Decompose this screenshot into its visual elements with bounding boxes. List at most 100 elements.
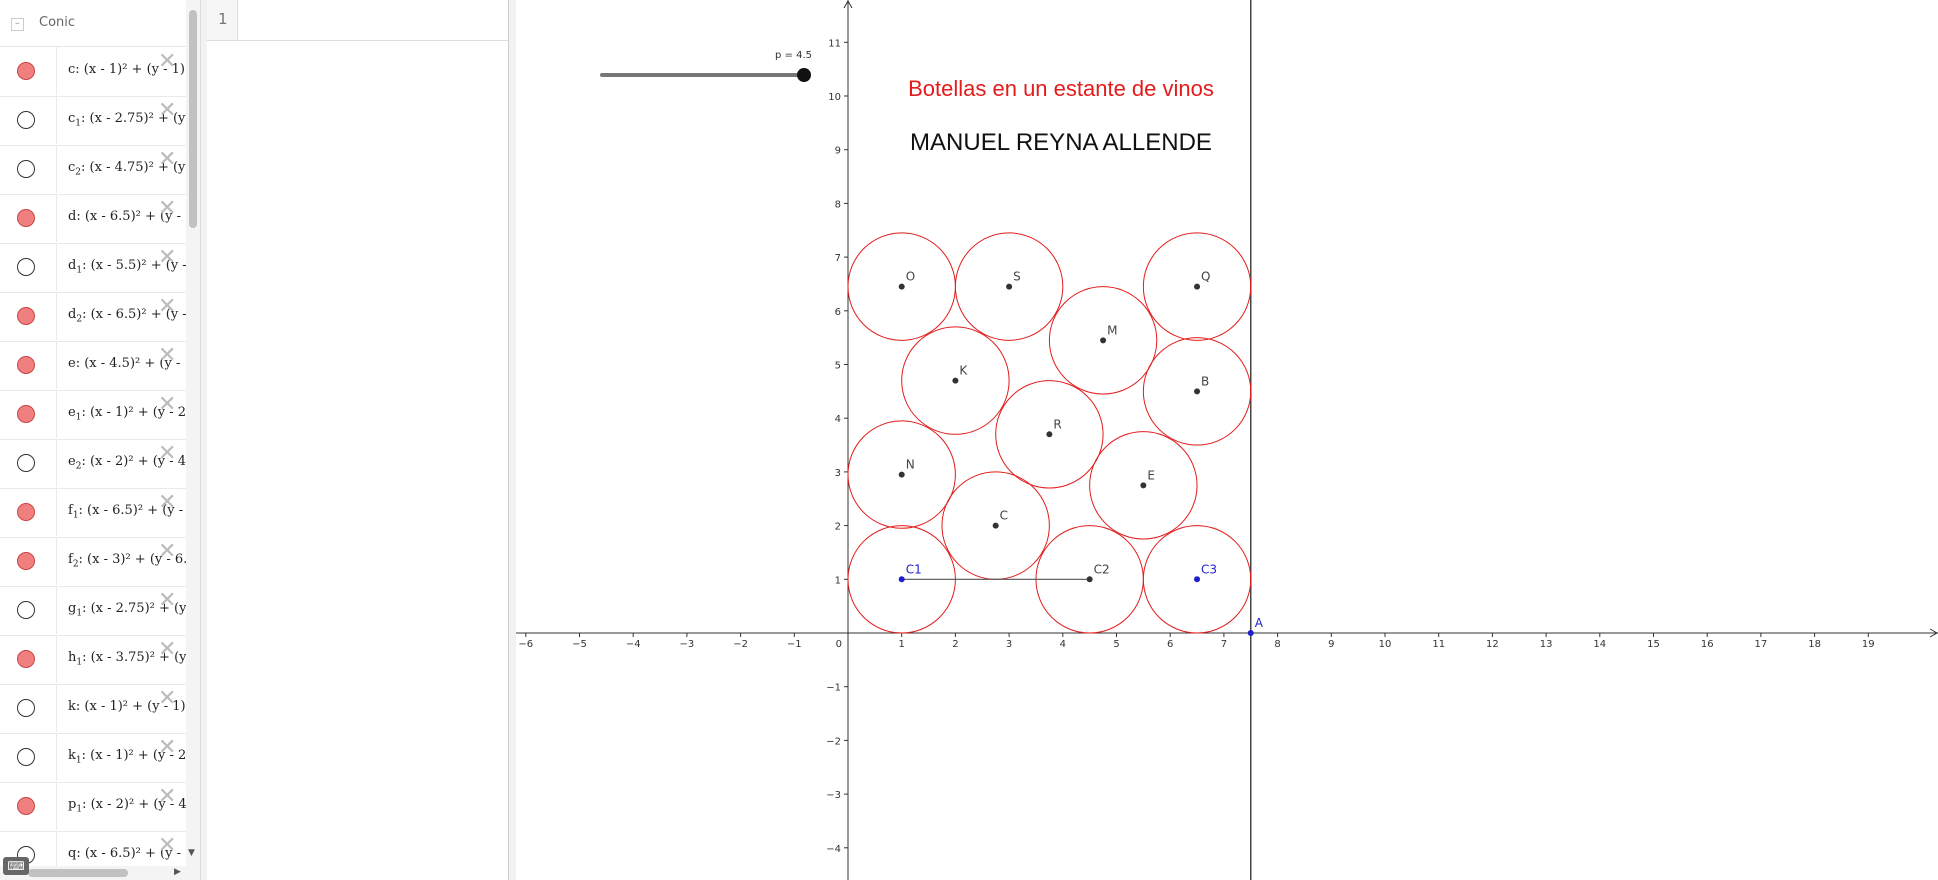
algebra-item[interactable]: f1: (x - 6.5)² + (y - ✕: [0, 488, 186, 538]
visibility-toggle-icon[interactable]: [17, 454, 35, 472]
point-label: E: [1147, 468, 1155, 482]
visibility-toggle-icon[interactable]: [17, 356, 35, 374]
delete-icon[interactable]: ✕: [158, 100, 176, 122]
visibility-toggle-icon[interactable]: [17, 307, 35, 325]
visibility-cell: [0, 194, 57, 242]
delete-icon[interactable]: ✕: [158, 149, 176, 171]
group-label: Conic: [39, 15, 76, 30]
delete-icon[interactable]: ✕: [158, 590, 176, 612]
collapse-icon[interactable]: –: [11, 18, 24, 31]
visibility-cell: [0, 243, 57, 291]
delete-icon[interactable]: ✕: [158, 198, 176, 220]
center-point: [1140, 482, 1147, 489]
scroll-right-icon[interactable]: ▶: [174, 867, 181, 877]
algebra-group-header[interactable]: – Conic: [0, 0, 186, 47]
visibility-toggle-icon[interactable]: [17, 405, 35, 423]
author-name: MANUEL REYNA ALLENDE: [910, 129, 1212, 156]
x-tick-label: −1: [787, 639, 802, 650]
point-label: S: [1013, 270, 1021, 284]
algebra-vertical-scrollbar[interactable]: ▼: [186, 0, 200, 880]
graphics-view[interactable]: −6 −5 −4 −3 −2 −1 1 2 3 4 5 6 7 8 9 10 11 12 13 14 15 16 17 18 1…: [516, 0, 1938, 880]
row-number: 1: [218, 10, 228, 28]
delete-icon[interactable]: ✕: [158, 541, 176, 563]
scroll-thumb[interactable]: [28, 869, 128, 877]
algebra-item[interactable]: e2: (x - 2)² + (y - 4 ✕: [0, 439, 186, 489]
row-divider: [237, 40, 508, 41]
x-tick-label: −2: [733, 639, 748, 650]
center-point: [1006, 283, 1013, 290]
algebra-item[interactable]: e: (x - 4.5)² + (y - 1 ✕: [0, 341, 186, 391]
visibility-toggle-icon[interactable]: [17, 797, 35, 815]
keyboard-icon[interactable]: ⌨: [3, 857, 29, 875]
x-tick-label: 11: [1432, 639, 1445, 650]
visibility-cell: [0, 145, 57, 193]
algebra-item[interactable]: f2: (x - 3)² + (y - 6. ✕: [0, 537, 186, 587]
algebra-item[interactable]: k: (x - 1)² + (y - 1) ✕: [0, 684, 186, 734]
delete-icon[interactable]: ✕: [158, 296, 176, 318]
visibility-toggle-icon[interactable]: [17, 209, 35, 227]
delete-icon[interactable]: ✕: [158, 688, 176, 710]
slider-knob[interactable]: [797, 68, 811, 82]
algebra-item[interactable]: h1: (x - 3.75)² + (y ✕: [0, 635, 186, 685]
algebra-item[interactable]: k1: (x - 1)² + (y - 2 ✕: [0, 733, 186, 783]
delete-icon[interactable]: ✕: [158, 443, 176, 465]
visibility-toggle-icon[interactable]: [17, 650, 35, 668]
x-tick-label: 1: [899, 639, 905, 650]
delete-icon[interactable]: ✕: [158, 737, 176, 759]
point-label: C: [1000, 509, 1008, 523]
scroll-down-icon[interactable]: ▼: [188, 848, 195, 858]
visibility-toggle-icon[interactable]: [17, 111, 35, 129]
x-tick-label: 4: [1060, 639, 1066, 650]
spreadsheet-view[interactable]: 1: [207, 0, 509, 880]
algebra-item[interactable]: d: (x - 6.5)² + (y - ✕: [0, 194, 186, 244]
delete-icon[interactable]: ✕: [158, 786, 176, 808]
x-tick-label: 18: [1808, 639, 1821, 650]
row-header[interactable]: 1: [207, 0, 238, 41]
visibility-toggle-icon[interactable]: [17, 258, 35, 276]
x-tick-label: 12: [1486, 639, 1499, 650]
point-label: N: [906, 458, 915, 472]
delete-icon[interactable]: ✕: [158, 492, 176, 514]
delete-icon[interactable]: ✕: [158, 394, 176, 416]
visibility-toggle-icon[interactable]: [17, 552, 35, 570]
visibility-cell: [0, 782, 57, 830]
algebra-item[interactable]: e1: (x - 1)² + (y - 2 ✕: [0, 390, 186, 440]
algebra-item[interactable]: c1: (x - 2.75)² + (y ✕: [0, 96, 186, 146]
delete-icon[interactable]: ✕: [158, 51, 176, 73]
delete-icon[interactable]: ✕: [158, 639, 176, 661]
origin-label: 0: [836, 639, 842, 650]
visibility-toggle-icon[interactable]: [17, 748, 35, 766]
point-label: C1: [906, 562, 922, 576]
x-tick-label: −6: [518, 639, 533, 650]
delete-icon[interactable]: ✕: [158, 835, 176, 857]
x-tick-label: 5: [1113, 639, 1119, 650]
y-tick-label: −3: [826, 790, 841, 801]
algebra-item[interactable]: d1: (x - 5.5)² + (y - ✕: [0, 243, 186, 293]
visibility-toggle-icon[interactable]: [17, 160, 35, 178]
x-tick-label: −5: [572, 639, 587, 650]
graphics-canvas[interactable]: −6 −5 −4 −3 −2 −1 1 2 3 4 5 6 7 8 9 10 11 12 13 14 15 16 17 18 1…: [516, 0, 1938, 880]
algebra-item[interactable]: p1: (x - 2)² + (y - 4 ✕: [0, 782, 186, 832]
visibility-toggle-icon[interactable]: [17, 503, 35, 521]
visibility-toggle-icon[interactable]: [17, 699, 35, 717]
algebra-item[interactable]: c: (x - 1)² + (y - 1) ✕: [0, 47, 186, 97]
algebra-item[interactable]: g1: (x - 2.75)² + (y ✕: [0, 586, 186, 636]
visibility-cell: [0, 684, 57, 732]
center-point: [898, 283, 905, 290]
visibility-cell: [0, 733, 57, 781]
visibility-toggle-icon[interactable]: [17, 62, 35, 80]
y-tick-label: −2: [826, 736, 841, 747]
scroll-thumb[interactable]: [189, 10, 197, 228]
center-point: [1194, 388, 1201, 395]
point-a-label: A: [1255, 616, 1264, 630]
y-tick-label: 6: [835, 307, 841, 318]
view-divider[interactable]: [509, 0, 516, 880]
visibility-toggle-icon[interactable]: [17, 601, 35, 619]
delete-icon[interactable]: ✕: [158, 345, 176, 367]
algebra-item[interactable]: d2: (x - 6.5)² + (y - ✕: [0, 292, 186, 342]
delete-icon[interactable]: ✕: [158, 247, 176, 269]
algebra-item[interactable]: c2: (x - 4.75)² + (y ✕: [0, 145, 186, 195]
y-tick-label: −4: [826, 844, 841, 855]
visibility-cell: [0, 341, 57, 389]
y-tick-label: 9: [835, 146, 841, 157]
